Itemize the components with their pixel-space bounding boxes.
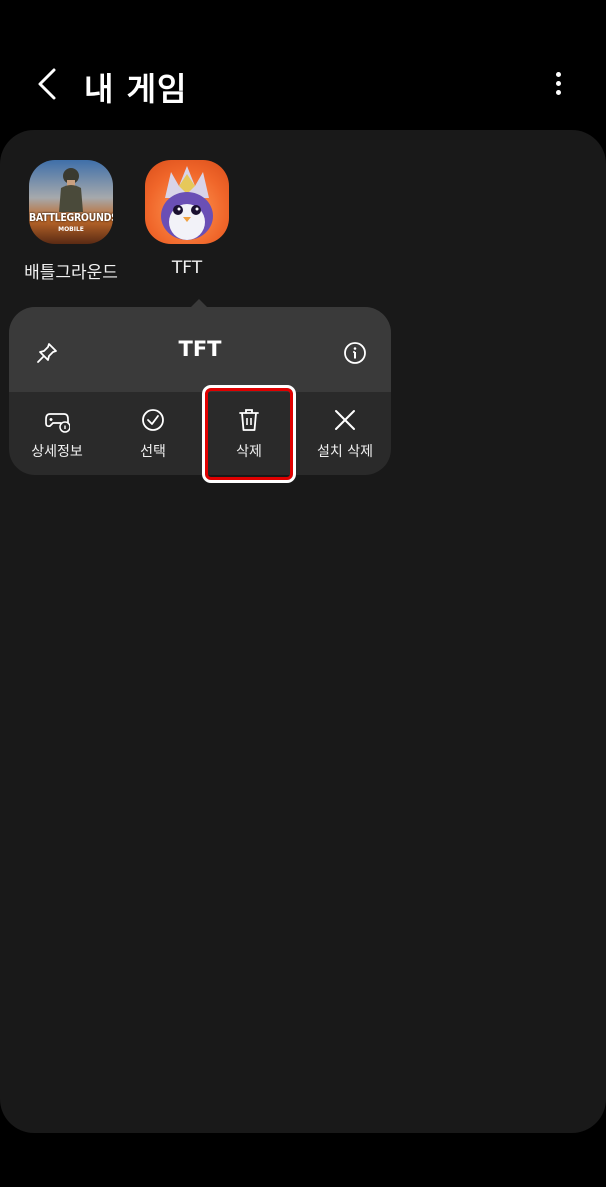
tft-game-icon xyxy=(145,160,229,244)
delete-highlight-box xyxy=(202,385,296,483)
action-select[interactable]: 선택 xyxy=(105,407,201,461)
pubg-game-icon: BATTLEGROUNDS MOBILE xyxy=(29,160,113,244)
gamepad-info-icon xyxy=(45,413,71,433)
close-icon xyxy=(335,410,355,430)
game-item-pubg[interactable]: BATTLEGROUNDS MOBILE 배틀그라운드 xyxy=(16,160,126,283)
game-name: 배틀그라운드 xyxy=(24,263,118,283)
page-title: 내 게임 xyxy=(84,70,188,108)
context-popup: TFT 상세정보 선택 삭제 설치 삭제 xyxy=(9,307,391,475)
more-vertical-icon[interactable] xyxy=(540,64,576,104)
info-icon[interactable] xyxy=(343,341,367,365)
action-details[interactable]: 상세정보 xyxy=(9,407,105,461)
game-item-tft[interactable]: TFT xyxy=(132,160,242,278)
chevron-left-icon[interactable] xyxy=(30,62,70,106)
action-uninstall[interactable]: 설치 삭제 xyxy=(297,407,391,461)
app-header: 내 게임 xyxy=(0,0,606,130)
game-name: TFT xyxy=(171,258,203,278)
popup-title: TFT xyxy=(178,337,222,361)
popup-header: TFT xyxy=(9,307,391,392)
check-circle-icon xyxy=(142,409,164,431)
